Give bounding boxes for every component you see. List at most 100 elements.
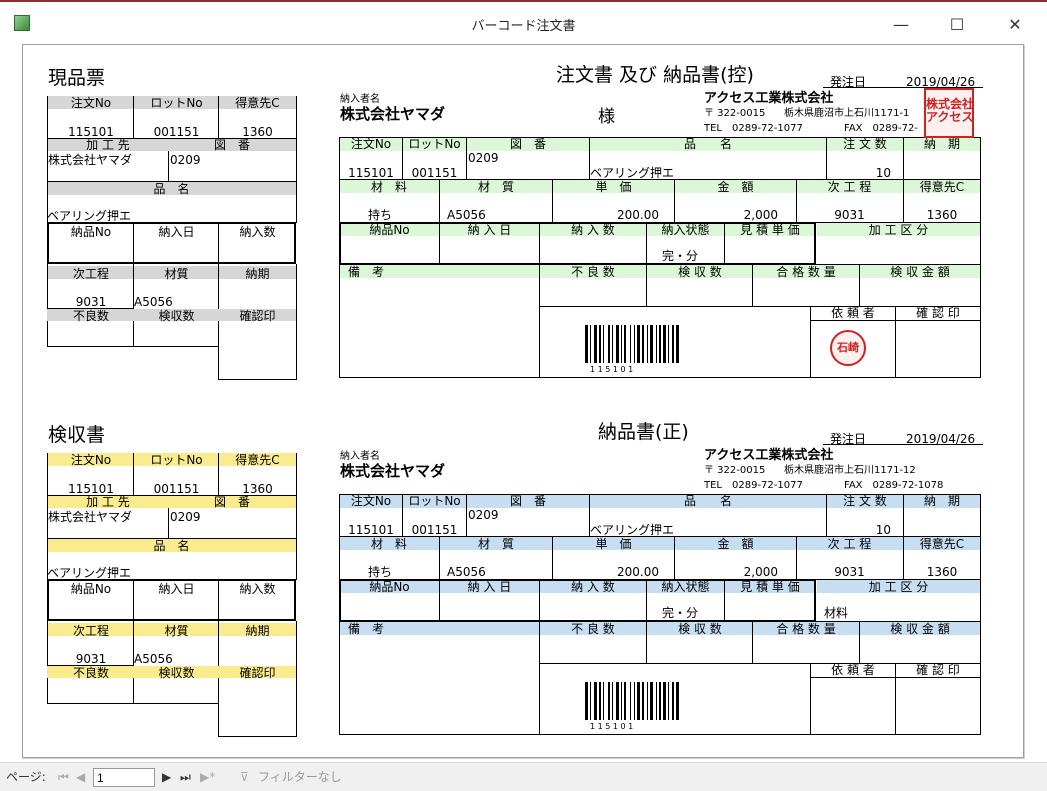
- rule-line: [296, 538, 297, 580]
- top-left-label-delivery-no: 納品No: [70, 225, 112, 239]
- bottom-left-label-defect: 不良数: [72, 666, 109, 680]
- rule-line: [589, 494, 590, 537]
- bottom-right-label-unit-price: 単 価: [595, 537, 632, 551]
- barcode-bar: [659, 682, 661, 720]
- rule-line: [895, 663, 896, 735]
- last-page-icon[interactable]: ⏭: [180, 771, 191, 783]
- top-right-label-customer-c: 得意先C: [919, 180, 965, 194]
- barcode-bar: [624, 325, 626, 363]
- barcode-bar: [608, 325, 610, 363]
- rule-line: [903, 179, 904, 222]
- bottom-left-order-no: 115101: [68, 482, 114, 496]
- top-right-company-tel: TEL 0289-72-1077: [704, 123, 803, 134]
- bottom-right-order-no: 115101: [348, 523, 394, 537]
- close-button[interactable]: ✕: [992, 10, 1038, 38]
- rule-line: [439, 580, 440, 622]
- bottom-right-label-material: 材 料: [370, 537, 407, 551]
- bottom-left-label-due: 納期: [245, 624, 270, 638]
- rule-line: [133, 264, 134, 346]
- rule-line: [796, 179, 797, 222]
- barcode-bar: [642, 325, 644, 363]
- bottom-right-material-q: A5056: [447, 565, 486, 579]
- bottom-right-drawing: 0209: [468, 508, 499, 522]
- bottom-right-label-material-q: 材 質: [477, 537, 514, 551]
- bottom-left-processor: 株式会社ヤマダ: [48, 510, 133, 524]
- bottom-right-label-confirm: 確 認 印: [916, 663, 960, 677]
- barcode-bar: [647, 682, 648, 720]
- top-left-label-next-process: 次工程: [72, 267, 109, 281]
- top-left-material: A5056: [134, 295, 173, 309]
- rule-line: [218, 96, 219, 138]
- rule-line: [752, 621, 753, 663]
- top-right-label-requester: 依 頼 者: [831, 306, 875, 320]
- top-right-company-name: アクセス工業株式会社: [704, 91, 834, 106]
- rule-line: [296, 264, 297, 379]
- top-right-label-unit-price: 単 価: [595, 180, 632, 194]
- top-left-order-no: 115101: [68, 125, 114, 139]
- top-right-company-fax: FAX 0289-72-: [844, 123, 918, 134]
- rule-line: [133, 96, 134, 138]
- bottom-right-label-lot-no: ロットNo: [408, 494, 461, 508]
- minimize-button[interactable]: —: [878, 10, 924, 38]
- rule-line: [133, 621, 134, 703]
- rule-line: [903, 137, 904, 180]
- bottom-right-barcode-digits: 1 1 5 1 0 1: [590, 722, 634, 731]
- first-page-icon[interactable]: ⏮: [58, 771, 69, 783]
- rule-line: [646, 264, 647, 306]
- rule-line: [439, 223, 440, 265]
- new-record-icon[interactable]: ▶*: [200, 771, 215, 783]
- rule-line: [47, 96, 48, 138]
- rule-line: [859, 621, 860, 663]
- barcode-bar: [668, 682, 669, 720]
- filter-icon[interactable]: ⊽: [240, 771, 249, 783]
- top-left-label-drawing: 図 番: [213, 138, 250, 152]
- rule-line: [826, 137, 827, 180]
- bottom-right-company-tel: TEL 0289-72-1077: [704, 480, 803, 491]
- bottom-right-label-remarks: 備 考: [348, 622, 385, 636]
- bottom-right-label-next: 次 工 程: [827, 537, 872, 551]
- top-left-processor: 株式会社ヤマダ: [48, 153, 133, 167]
- barcode-bar: [585, 325, 588, 363]
- top-right-lot-no: 001151: [411, 166, 458, 180]
- rule-line: [552, 179, 553, 222]
- bottom-left-label-arrival-date: 納入日: [158, 582, 195, 596]
- bottom-right-company-address: 栃木県鹿沼市上石川1171-12: [784, 465, 916, 476]
- top-right-company-address: 栃木県鹿沼市上石川1171-1: [784, 108, 910, 119]
- bottom-right-company-name: アクセス工業株式会社: [704, 448, 834, 463]
- bottom-left-next-process: 9031: [75, 652, 107, 666]
- top-right-label-drawing: 図 番: [509, 137, 546, 151]
- bottom-left-title: 検収書: [48, 424, 106, 446]
- filter-status[interactable]: フィルターなし: [258, 771, 342, 783]
- top-right-status: 完・分: [662, 249, 699, 263]
- barcode-bar: [650, 682, 653, 720]
- top-left-label-customer-c: 得意先C: [235, 96, 280, 110]
- prev-page-icon[interactable]: ◀: [76, 771, 85, 783]
- bottom-left-lot-no: 001151: [153, 482, 200, 496]
- bottom-right-label-inspect-amount: 検 収 金 額: [890, 622, 950, 636]
- top-right-label-order-qty: 注 文 数: [843, 137, 887, 151]
- bottom-right-status: 完・分: [662, 606, 699, 620]
- rule-line: [539, 580, 540, 622]
- top-right-customer-c: 1360: [926, 208, 958, 222]
- rule-line: [466, 137, 467, 180]
- top-right-label-material: 材 料: [370, 180, 407, 194]
- bottom-right-main-title: 納品書(正): [598, 421, 689, 443]
- barcode-bar: [663, 325, 666, 363]
- next-page-icon[interactable]: ▶: [162, 771, 171, 783]
- top-right-rowE-band: [23, 45, 192, 57]
- rule-line: [539, 264, 540, 378]
- report-page: 現品票 注文No ロットNo 得意先C 115101 001151 1360 加 工 先図 番…: [22, 44, 1024, 758]
- rule-line: [168, 508, 169, 538]
- rule-line: [47, 181, 48, 223]
- top-right-label-inspect-amount: 検 収 金 額: [890, 265, 950, 279]
- top-right-label-process-class: 加 工 区 分: [868, 223, 929, 237]
- page-number-input[interactable]: [93, 768, 155, 787]
- rule-line: [47, 495, 48, 539]
- bottom-right-date-underline: [823, 444, 983, 445]
- page-label: ページ:: [6, 770, 46, 784]
- maximize-button[interactable]: ☐: [934, 10, 980, 38]
- barcode-bar: [634, 325, 635, 363]
- bottom-left-label-lot-no: ロットNo: [150, 453, 203, 467]
- rule-line: [810, 677, 981, 678]
- bottom-right-customer-c: 1360: [926, 565, 958, 579]
